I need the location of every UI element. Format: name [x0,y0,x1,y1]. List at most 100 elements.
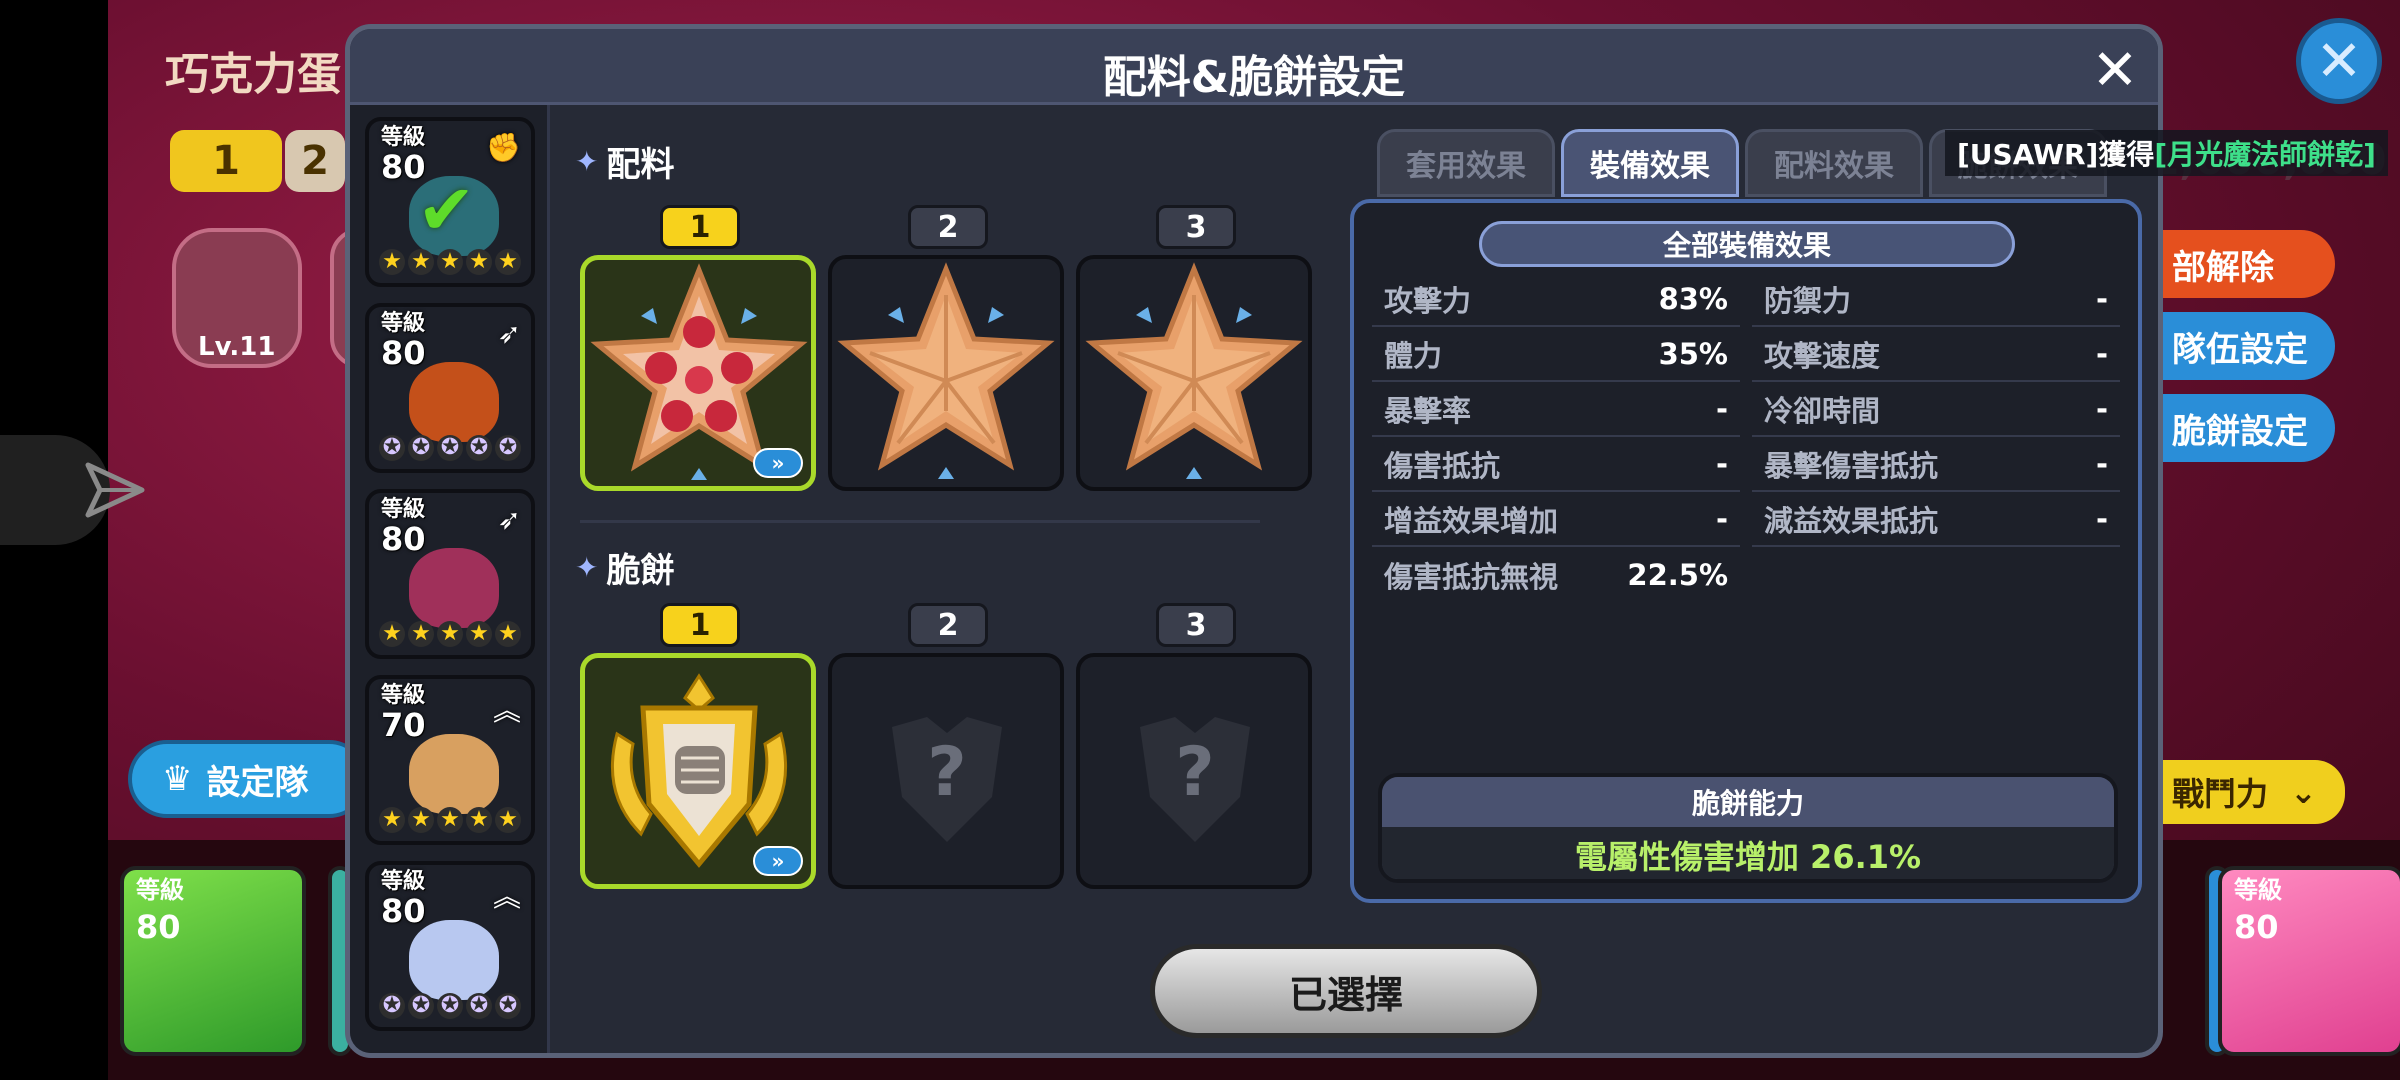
stat-name: 攻擊力 [1384,284,1472,318]
tart-ability-value: 電屬性傷害增加 26.1% [1382,827,2114,879]
stat-row: 減益效果抵抗 - [1752,493,2120,547]
background-unequip-button: 部解除 [2150,230,2335,298]
tart-ability-box: 脆餅能力 電屬性傷害增加 26.1% [1378,773,2118,883]
empty-topping-icon [837,262,1055,479]
topping-tart-modal: 配料&脆餅設定 ✕ ✊ 等級 80 ✔ ★ ★ ★ ★ ★ ➶ 等級 80 ✪ ✪ ✪ ✪ ✪ … [345,24,2163,1058]
question-mark-icon: ? [1140,717,1250,842]
star-rating: ★ ★ ★ ★ ★ [379,621,521,649]
topping-slot[interactable] [1076,255,1312,491]
stat-row: 攻擊力 83% [1372,273,1740,327]
sparkle-icon: ✦ [575,551,599,584]
chat-user: [USAWR]獲得 [1957,138,2155,171]
stat-name: 減益效果抵抗 [1764,504,1939,538]
effects-panel: 全部裝備效果 攻擊力 83% 體力 35% 暴擊率 - 傷害抵抗 - 增益效果增… [1350,199,2142,903]
star-rating: ★ ★ ★ ★ ★ [379,249,521,277]
stat-value: - [1715,502,1728,536]
topping-slot[interactable]: » [580,255,816,491]
chat-item: [月光魔法師餅乾] [2154,138,2376,171]
stat-name: 傷害抵抗無視 [1384,560,1559,594]
tart-section-title: ✦ 脆餅 [575,543,674,592]
background-tart-setting-button: 脆餅設定 [2150,394,2335,462]
question-mark-icon: ? [892,717,1002,842]
level-value: 80 [2234,908,2279,946]
upgrade-icon[interactable]: » [753,846,803,876]
ranged-role-icon: ➶ [497,503,521,536]
cookie-card[interactable]: ✊ 等級 80 ✔ ★ ★ ★ ★ ★ [365,117,535,287]
cookie-portrait [409,548,499,628]
star-rating: ✪ ✪ ✪ ✪ ✪ [379,993,521,1021]
upgrade-icon[interactable]: » [753,448,803,478]
cookie-card[interactable]: ➶ 等級 80 ★ ★ ★ ★ ★ [365,489,535,659]
section-divider [580,520,1260,523]
topping-slot-number: 2 [908,205,988,249]
support-role-icon: ︽ [492,880,521,913]
stat-name: 傷害抵抗 [1384,449,1501,483]
background-level-badge: Lv.11 [198,332,276,362]
tab-applied-effects[interactable]: 套用效果 [1377,129,1555,197]
tab-equipment-effects[interactable]: 裝備效果 [1561,129,1739,197]
svg-text:?: ? [1175,733,1214,812]
tart-ability-title: 脆餅能力 [1382,777,2114,827]
selected-check-icon: ✔ [417,169,476,251]
stat-value: - [2095,392,2108,426]
level-value: 80 [381,892,426,930]
charge-role-icon: ✊ [486,131,521,164]
tart-slot-number: 3 [1156,603,1236,647]
chat-notification: [USAWR]獲得 [月光魔法師餅乾] [1945,130,2388,176]
cookie-card[interactable]: ➶ 等級 80 ✪ ✪ ✪ ✪ ✪ [365,303,535,473]
star-rating: ✪ ✪ ✪ ✪ ✪ [379,435,521,463]
sparkle-icon: ✦ [575,145,599,178]
background-team-button: ♛ 設定隊 [128,740,368,818]
stat-name: 暴擊率 [1384,394,1472,428]
modal-header: 配料&脆餅設定 ✕ [350,29,2158,105]
cookie-card[interactable]: ︽ 等級 70 ★ ★ ★ ★ ★ [365,675,535,845]
selected-button[interactable]: 已選擇 [1150,944,1542,1038]
stat-name: 防禦力 [1764,284,1852,318]
crown-icon: ♛ [162,759,193,799]
tart-title-label: 脆餅 [606,551,675,591]
effects-header: 全部裝備效果 [1479,221,2015,267]
level-label: 等級 [136,876,184,904]
stat-name: 攻擊速度 [1764,339,1881,373]
topping-title-label: 配料 [606,145,675,185]
stat-row: 傷害抵抗 - [1372,438,1740,492]
stat-value: - [1715,392,1728,426]
tart-slot-number: 1 [660,603,740,647]
stat-name: 增益效果增加 [1384,504,1559,538]
close-icon[interactable]: ✕ [2085,38,2145,103]
stat-row: 體力 35% [1372,328,1740,382]
tab-topping-effects[interactable]: 配料效果 [1745,129,1923,197]
stat-row: 增益效果增加 - [1372,493,1740,547]
topping-slot-number: 1 [660,205,740,249]
tart-slot[interactable]: ? [828,653,1064,889]
level-value: 80 [136,908,181,946]
tart-slot[interactable]: ? [1076,653,1312,889]
cookie-list: ✊ 等級 80 ✔ ★ ★ ★ ★ ★ ➶ 等級 80 ✪ ✪ ✪ ✪ ✪ ➶ 等級 80 ★ ★… [350,105,550,1053]
level-label: 等級 [381,683,426,708]
level-value: 70 [381,706,426,744]
cookie-portrait [409,920,499,1000]
background-cookie-card: 等級 80 [2218,866,2400,1056]
stat-name: 暴擊傷害抵抗 [1764,449,1939,483]
stat-row: 傷害抵抗無視 22.5% [1372,548,1740,602]
empty-topping-icon [1085,262,1303,479]
chevron-down-icon: ⌄ [2290,773,2317,811]
ranged-role-icon: ➶ [497,317,521,350]
stat-row: 暴擊率 - [1372,383,1740,437]
topping-slot-number: 3 [1156,205,1236,249]
background-team-tab-1: 1 [170,130,282,192]
stat-value: 83% [1658,282,1728,316]
cookie-card[interactable]: ︽ 等級 80 ✪ ✪ ✪ ✪ ✪ [365,861,535,1031]
background-cookie-card: 等級 80 [120,866,306,1056]
stat-row: 冷卻時間 - [1752,383,2120,437]
tart-slot[interactable]: » [580,653,816,889]
stat-value: - [2095,502,2108,536]
cookie-portrait [409,734,499,814]
level-label: 等級 [381,125,426,150]
background-power-sort: 戰鬥力 ⌄ [2150,760,2345,824]
stat-row: 防禦力 - [1752,273,2120,327]
background-team-button-label: 設定隊 [206,762,309,803]
outer-close-icon: ✕ [2296,18,2382,104]
topping-slot[interactable] [828,255,1064,491]
background-team-tab-2: 2 [285,130,345,192]
